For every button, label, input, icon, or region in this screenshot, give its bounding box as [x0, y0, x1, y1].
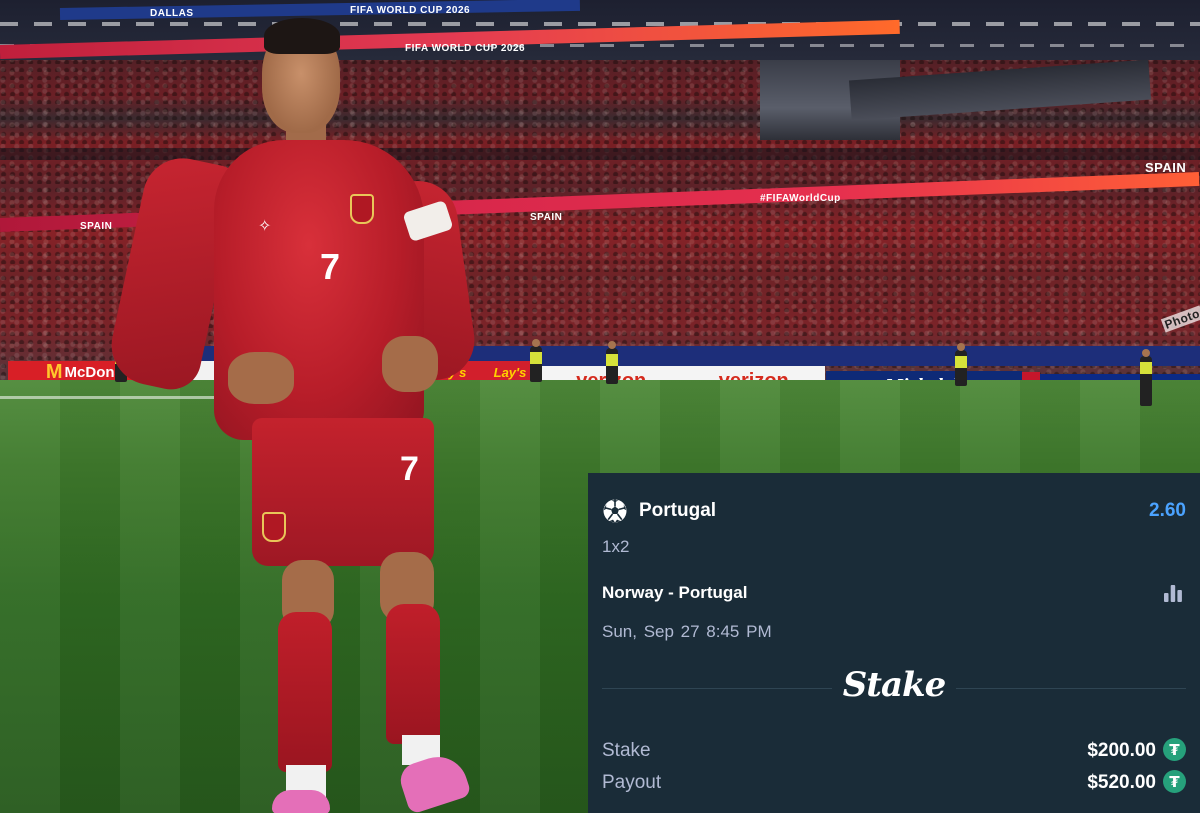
bar-chart-icon[interactable] [1162, 583, 1184, 603]
payout-amount: $520.00 [1087, 772, 1156, 793]
kit-brand-icon: ✧ [258, 218, 272, 235]
match-name[interactable]: Norway - Portugal [602, 583, 747, 603]
crest-icon [350, 194, 374, 224]
market-type: 1x2 [602, 537, 630, 556]
stake-amount: $200.00 [1087, 740, 1156, 761]
banner-hashtag: #FIFAWorldCup [760, 193, 841, 204]
steward-figure [1140, 349, 1152, 406]
match-datetime: Sun, Sep 27 8:45 PM [602, 622, 772, 641]
stake-logo: Stake [842, 665, 946, 705]
payout-label: Payout [602, 772, 662, 793]
player-shorts [252, 418, 434, 566]
divider-line [602, 688, 832, 689]
player-figure: ✧ 7 7 [0, 0, 600, 813]
crest-icon [262, 512, 286, 542]
player-hand [382, 336, 438, 392]
player-boot [272, 790, 330, 813]
soccer-ball-icon [603, 499, 627, 523]
stake-label: Stake [602, 740, 651, 761]
player-hair [264, 18, 340, 54]
player-sock [278, 612, 332, 772]
banner-spain-right: SPAIN [1145, 160, 1187, 175]
steward-figure [606, 341, 618, 384]
steward-figure [955, 343, 967, 386]
player-sock [386, 604, 440, 744]
divider-line [956, 688, 1186, 689]
odds-value: 2.60 [1149, 500, 1186, 521]
bet-slip-card[interactable]: Portugal 2.60 1x2 Norway - Portugal Sun,… [588, 473, 1200, 813]
shirt-number: 7 [320, 246, 341, 287]
selection-name: Portugal [639, 500, 717, 521]
tether-icon: ₮ [1163, 770, 1186, 793]
shorts-number: 7 [400, 450, 419, 488]
player-hand [228, 352, 294, 404]
tether-icon: ₮ [1163, 738, 1186, 761]
